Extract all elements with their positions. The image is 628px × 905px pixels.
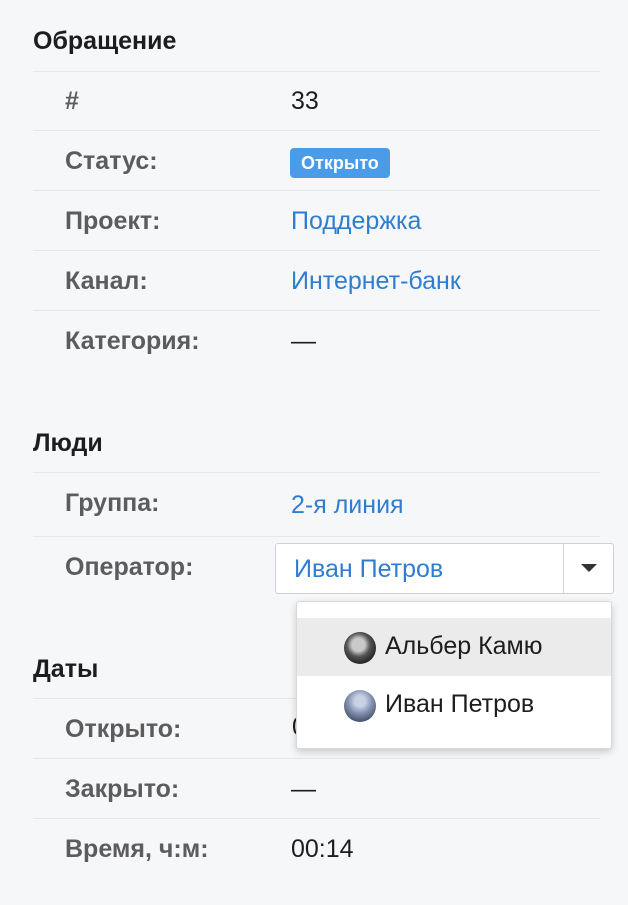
operator-dropdown-menu: Альбер Камю Иван Петров <box>296 601 612 749</box>
dropdown-option-albert-kamyu[interactable]: Альбер Камю <box>297 618 611 676</box>
operator-select[interactable]: Иван Петров <box>275 543 614 594</box>
section-title-people: Люди <box>33 429 103 457</box>
divider <box>33 758 600 759</box>
divider <box>33 250 600 251</box>
time-label: Время, ч:м: <box>65 835 209 863</box>
dropdown-option-ivan-petrov[interactable]: Иван Петров <box>297 676 611 734</box>
divider <box>33 472 600 473</box>
avatar <box>344 690 376 722</box>
channel-link[interactable]: Интернет-банк <box>291 267 461 296</box>
divider <box>33 190 600 191</box>
number-label: # <box>65 87 79 115</box>
divider <box>33 71 600 72</box>
divider <box>33 818 600 819</box>
category-label: Категория: <box>65 327 200 355</box>
time-value: 00:14 <box>291 835 354 863</box>
opened-label: Открыто: <box>65 715 182 743</box>
category-value: — <box>291 327 316 355</box>
section-title-ticket: Обращение <box>33 27 177 55</box>
divider <box>33 536 600 537</box>
option-label: Альбер Камю <box>385 632 543 660</box>
divider <box>33 130 600 131</box>
closed-label: Закрыто: <box>65 775 180 803</box>
chevron-down-icon <box>581 564 597 572</box>
status-label: Статус: <box>65 147 158 175</box>
closed-value: — <box>291 775 316 803</box>
project-link[interactable]: Поддержка <box>291 207 421 236</box>
divider <box>33 310 600 311</box>
project-label: Проект: <box>65 207 161 235</box>
channel-label: Канал: <box>65 267 148 295</box>
status-badge: Открыто <box>290 148 390 178</box>
ticket-number: 33 <box>291 87 319 115</box>
section-title-dates: Даты <box>33 655 99 683</box>
operator-label: Оператор: <box>65 553 194 581</box>
group-link[interactable]: 2-я линия <box>291 491 404 520</box>
operator-select-value: Иван Петров <box>294 555 444 583</box>
option-label: Иван Петров <box>385 690 535 718</box>
avatar <box>344 632 376 664</box>
dropdown-toggle-button[interactable] <box>563 544 613 593</box>
group-label: Группа: <box>65 489 160 517</box>
